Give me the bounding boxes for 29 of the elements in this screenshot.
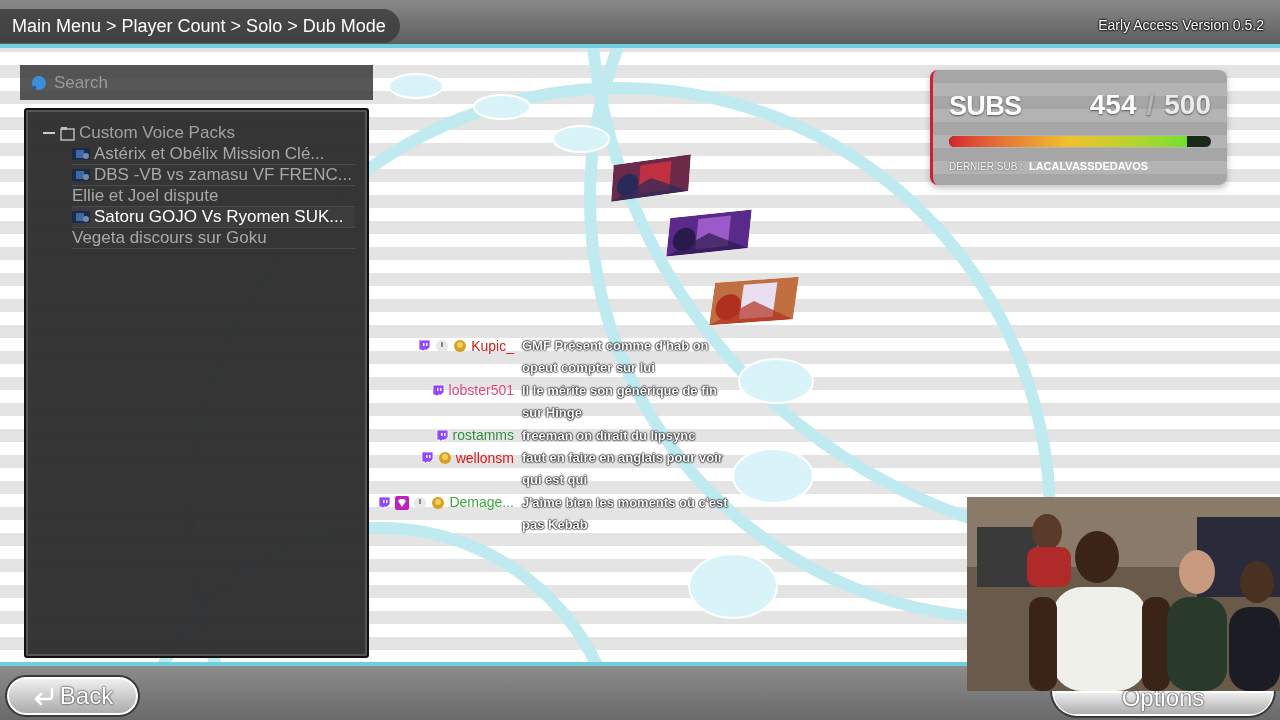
node-ellipse [473,94,531,120]
folder-icon [60,125,75,141]
tree-item[interactable]: Vegeta discours sur Goku [72,228,355,249]
chat-username: lobster501 [448,381,514,401]
breadcrumb: Main Menu > Player Count > Solo > Dub Mode [0,9,400,43]
tree-item[interactable]: Satoru GOJO Vs Ryomen SUK... [72,207,355,228]
search-icon [30,75,46,91]
chat-username: wellonsm [455,448,514,468]
tree-item[interactable]: Astérix et Obélix Mission Clé... [72,144,355,165]
subs-title: SUBS [949,89,1022,123]
subs-goal: 500 [1164,88,1211,122]
options-button[interactable]: Options [1050,691,1276,718]
search-field[interactable]: Search [20,65,373,100]
chat-message: GMF Présent comme d'hab on opeut compter sur lui [522,337,710,378]
chat-message: faut en faire en anglais pour voir qui est qui [522,449,725,490]
chat-username: Kupic_ [471,336,514,356]
chat-message: J'aime bien les moments où c'est pas Kebab [522,493,728,535]
last-sub-label: DERNIER SUB : [949,159,1023,174]
chat-username: rostamms [452,426,514,446]
tree-item[interactable]: DBS -VB vs zamasu VF FRENC... [72,165,355,186]
chat-username: Demage... [449,493,514,513]
chat-message: freeman on dirait du lipsync [522,426,697,446]
tree-folder-label[interactable]: Custom Voice Packs [79,120,235,146]
subs-count: 454 [1089,88,1137,122]
version-label: Early Access Version 0.5.2 [1098,16,1264,35]
node-ellipse [388,73,444,99]
last-sub-name: LACALVASSDEDAVOS [1028,159,1149,174]
node-ellipse [552,125,610,153]
separator-slash: / [1146,88,1155,122]
